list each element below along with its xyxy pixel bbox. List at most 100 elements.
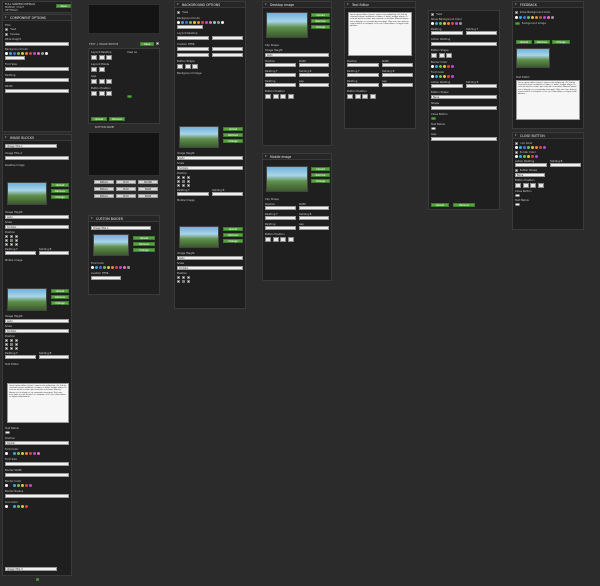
position-cell[interactable] (177, 180, 180, 183)
select-1[interactable] (177, 47, 209, 51)
position-cell[interactable] (187, 276, 190, 279)
text-block-editor-header[interactable]: ▾ Text Editor (345, 2, 415, 8)
gap-input[interactable] (431, 137, 497, 141)
color-swatch[interactable] (531, 146, 534, 149)
upload-button[interactable]: Upload (51, 289, 69, 293)
play-button[interactable]: PLAY (116, 187, 136, 191)
hex-input[interactable] (177, 25, 203, 29)
color-swatch[interactable] (91, 266, 94, 269)
upload-button[interactable]: Upload (223, 127, 243, 131)
position-cell[interactable] (5, 347, 8, 350)
position-cell[interactable] (5, 243, 8, 246)
gap-option-icon[interactable] (106, 79, 112, 84)
color-swatch[interactable] (447, 65, 450, 68)
select-4[interactable] (211, 53, 243, 57)
action-padding-select[interactable] (515, 163, 547, 167)
color-swatch[interactable] (111, 266, 114, 269)
color-swatch[interactable] (209, 21, 212, 24)
position-cell[interactable] (177, 280, 180, 283)
upload-button[interactable]: Upload (51, 183, 69, 187)
action-padding-select[interactable] (431, 42, 497, 46)
background-color-swatches[interactable] (5, 52, 69, 55)
color-swatch[interactable] (551, 16, 554, 19)
color-swatch[interactable] (443, 65, 446, 68)
padding-select[interactable] (265, 226, 296, 230)
gap-select[interactable] (381, 83, 413, 87)
button-shape-select[interactable]: None (515, 173, 545, 177)
position-grid[interactable] (177, 276, 243, 283)
color-swatch[interactable] (531, 16, 534, 19)
color-swatch[interactable] (17, 484, 20, 487)
gap-select[interactable] (298, 226, 329, 230)
color-swatch[interactable] (543, 16, 546, 19)
alignment-icon[interactable] (354, 94, 361, 99)
checkbox[interactable] (515, 151, 518, 154)
color-swatch[interactable] (13, 452, 16, 455)
icon-color-swatches[interactable] (5, 505, 69, 508)
alignment-icon[interactable] (280, 237, 286, 242)
layout-mobile-select[interactable] (211, 36, 243, 40)
before-button[interactable]: Before (94, 187, 114, 191)
alignment-icon[interactable] (537, 183, 544, 188)
padding-top-select[interactable] (5, 251, 36, 255)
gap-option-icon[interactable] (91, 79, 97, 84)
position-select[interactable] (265, 63, 296, 67)
feedback-text-editor[interactable]: Lorem ipsum dolor sit amet, consectetur … (516, 80, 580, 120)
shape-option-icon[interactable] (438, 53, 445, 58)
color-swatch[interactable] (221, 21, 224, 24)
position-select[interactable] (347, 63, 379, 67)
component-options-header[interactable]: ▾ COMPONENT OPTIONS (3, 15, 71, 21)
change-button[interactable]: Change (51, 195, 69, 199)
image-toggle[interactable] (515, 22, 520, 25)
background-color-swatches[interactable] (431, 22, 497, 25)
upload-button[interactable]: Upload (133, 236, 155, 240)
image-title-2-input[interactable] (5, 156, 69, 160)
alignment-icon[interactable] (515, 183, 521, 188)
color-swatch[interactable] (451, 75, 454, 78)
color-swatch[interactable] (17, 505, 20, 508)
gap-select[interactable] (298, 83, 329, 87)
page-button[interactable]: PAGE (138, 194, 158, 198)
image-height-select[interactable]: Auto (5, 319, 69, 323)
padding-bottom-select[interactable] (549, 163, 581, 167)
position-cell[interactable] (5, 339, 8, 342)
padding-bottom-select[interactable] (465, 84, 497, 88)
position-cell[interactable] (10, 239, 13, 242)
position-cell[interactable] (177, 176, 180, 179)
color-swatch[interactable] (539, 146, 542, 149)
color-swatch[interactable] (523, 155, 526, 158)
shape-option-icon[interactable] (431, 53, 437, 58)
alignment-icon[interactable] (362, 94, 368, 99)
image-block-editor-2-header[interactable]: ▾ Mobile Image (263, 154, 331, 160)
padding-top-select[interactable] (347, 73, 379, 77)
remove-button[interactable]: Remove (311, 19, 330, 23)
width-select[interactable] (298, 206, 329, 210)
color-swatch[interactable] (21, 452, 24, 455)
alignment-icon[interactable] (287, 237, 294, 242)
color-swatch[interactable] (37, 452, 40, 455)
color-swatch[interactable] (25, 505, 28, 508)
upload-button[interactable]: Upload (431, 203, 449, 207)
color-swatch[interactable] (95, 266, 98, 269)
color-swatch[interactable] (539, 16, 542, 19)
position-grid[interactable] (177, 176, 243, 187)
color-swatch[interactable] (41, 52, 44, 55)
padding-bottom-select[interactable] (298, 73, 329, 77)
color-swatch[interactable] (123, 266, 126, 269)
hex-input[interactable] (5, 56, 25, 60)
color-swatch[interactable] (443, 22, 446, 25)
color-swatch[interactable] (543, 146, 546, 149)
color-swatch[interactable] (5, 484, 8, 487)
background-color-swatches[interactable] (515, 16, 581, 19)
icon-color-swatches[interactable] (515, 146, 581, 149)
layout-option-icon[interactable] (91, 55, 97, 60)
color-swatch[interactable] (531, 155, 534, 158)
padding-select[interactable] (431, 31, 463, 35)
layout-desktop-select[interactable] (177, 36, 209, 40)
font-color-swatches[interactable] (431, 75, 497, 78)
color-swatch[interactable] (435, 22, 438, 25)
remove-button[interactable]: Remove (534, 40, 550, 44)
remove-button[interactable]: Remove (223, 133, 243, 137)
alignment-icon[interactable] (272, 94, 279, 99)
change-button[interactable]: Change (133, 248, 155, 252)
